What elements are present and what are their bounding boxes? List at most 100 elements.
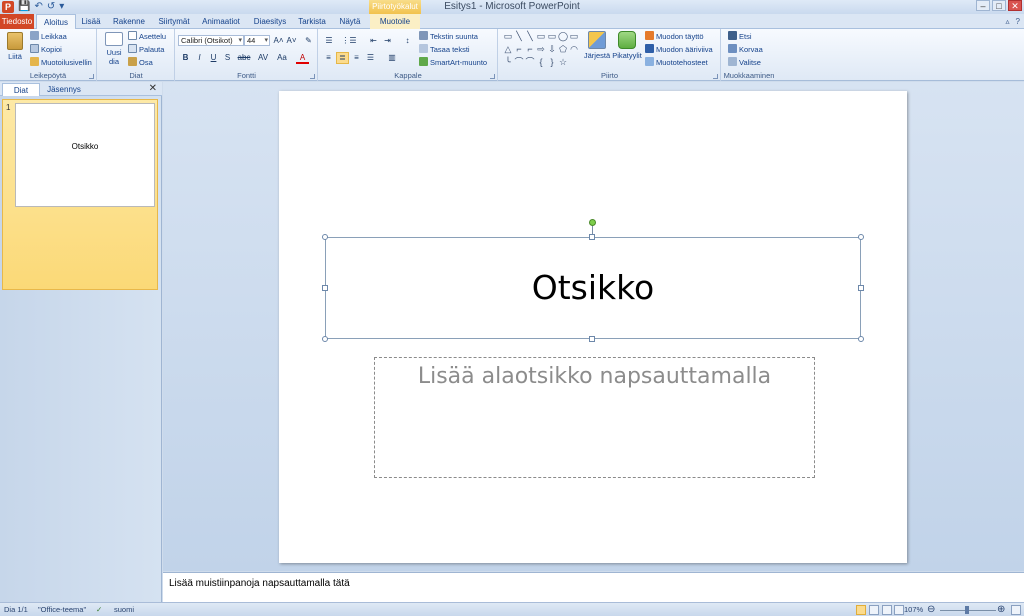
text-direction-button[interactable]: Tekstin suunta	[419, 31, 478, 42]
shape-gallery-item[interactable]: ⌐	[514, 44, 524, 54]
shape-gallery-item[interactable]: ⌒	[525, 57, 535, 67]
slide-thumbnail-selected[interactable]: 1 Otsikko	[2, 99, 158, 290]
line-spacing-button[interactable]: ↕	[401, 35, 414, 47]
shape-gallery-item[interactable]: ☆	[558, 57, 568, 67]
smartart-button[interactable]: SmartArt-muunto	[419, 57, 487, 68]
shape-gallery-item[interactable]: ▭	[503, 31, 513, 41]
maximize-button[interactable]: □	[992, 0, 1006, 11]
tab-slides-pane[interactable]: Diat	[2, 83, 40, 96]
shape-gallery-item[interactable]: {	[536, 57, 546, 67]
change-case-button[interactable]: Aa	[273, 52, 291, 64]
tab-transitions[interactable]: Siirtymät	[154, 14, 194, 29]
shape-gallery-item[interactable]: ⇩	[547, 44, 557, 54]
find-button[interactable]: Etsi	[728, 31, 752, 42]
strikethrough-button[interactable]: abc	[235, 52, 253, 64]
shape-gallery-item[interactable]: ▭	[547, 31, 557, 41]
shape-gallery-item[interactable]: ▭	[536, 31, 546, 41]
decrease-indent-button[interactable]: ⇤	[367, 35, 380, 47]
zoom-in-icon[interactable]: ⊕	[997, 603, 1005, 616]
font-color-button[interactable]: A	[296, 52, 309, 64]
layout-button[interactable]: Asettelu	[128, 31, 166, 42]
shape-gallery-item[interactable]: ╲	[514, 31, 524, 41]
notes-placeholder[interactable]: Lisää muistiinpanoja napsauttamalla tätä	[169, 578, 350, 589]
minimize-button[interactable]: –	[976, 0, 990, 11]
subtitle-placeholder[interactable]: Lisää alaotsikko napsauttamalla	[374, 357, 815, 478]
columns-button[interactable]: ▥	[384, 52, 400, 64]
align-center-button[interactable]: ≣	[336, 52, 349, 64]
character-spacing-button[interactable]: AV	[254, 52, 272, 64]
zoom-slider-thumb[interactable]	[965, 606, 969, 614]
new-slide-button[interactable]: Uusi dia	[102, 32, 126, 66]
slide-sorter-icon[interactable]	[869, 605, 879, 615]
reading-view-icon[interactable]	[882, 605, 892, 615]
resize-handle-top-left[interactable]	[322, 234, 328, 240]
resize-handle-bottom-left[interactable]	[322, 336, 328, 342]
close-button[interactable]: ✕	[1008, 0, 1022, 11]
bullets-button[interactable]: ☰	[321, 35, 337, 47]
paragraph-launcher[interactable]	[490, 74, 495, 79]
resize-handle-top-right[interactable]	[858, 234, 864, 240]
cut-button[interactable]: Leikkaa	[30, 31, 67, 42]
tab-insert[interactable]: Lisää	[78, 14, 104, 29]
align-left-button[interactable]: ≡	[322, 52, 335, 64]
notes-pane[interactable]: Lisää muistiinpanoja napsauttamalla tätä	[163, 572, 1024, 602]
tab-review[interactable]: Tarkista	[294, 14, 330, 29]
normal-view-icon[interactable]	[856, 605, 866, 615]
quick-styles-button[interactable]: Pikatyylit	[611, 31, 643, 60]
slideshow-view-icon[interactable]	[894, 605, 904, 615]
subtitle-placeholder-text[interactable]: Lisää alaotsikko napsauttamalla	[375, 362, 814, 392]
resize-handle-bottom[interactable]	[589, 336, 595, 342]
rotation-handle[interactable]	[589, 219, 596, 226]
tab-format[interactable]: Muotoile	[370, 14, 420, 29]
paste-button[interactable]: Liitä	[4, 32, 26, 61]
shape-gallery-item[interactable]: ▭	[569, 31, 579, 41]
shape-gallery-item[interactable]: ╰	[503, 57, 513, 67]
shape-gallery-item[interactable]: ⌐	[525, 44, 535, 54]
reset-button[interactable]: Palauta	[128, 44, 164, 55]
tab-design[interactable]: Rakenne	[110, 14, 148, 29]
shape-outline-button[interactable]: Muodon ääriviiva	[645, 44, 713, 55]
format-painter-button[interactable]: Muotoilusivellin	[30, 57, 92, 68]
fit-to-window-icon[interactable]	[1011, 605, 1021, 615]
slide-title-text[interactable]: Otsikko	[326, 266, 860, 310]
shape-gallery-item[interactable]: ◠	[569, 44, 579, 54]
align-right-button[interactable]: ≡	[350, 52, 363, 64]
italic-button[interactable]: I	[193, 52, 206, 64]
font-size-combo[interactable]: 44	[244, 35, 270, 46]
minimize-ribbon-icon[interactable]: ▵	[1006, 17, 1010, 26]
arrange-button[interactable]: Järjestä	[583, 31, 611, 60]
tab-animations[interactable]: Animaatiot	[198, 14, 244, 29]
font-name-combo[interactable]: Calibri (Otsikot)	[178, 35, 244, 46]
spell-check-icon[interactable]: ✓	[96, 603, 102, 616]
status-theme[interactable]: "Office-teema"	[38, 603, 86, 616]
font-launcher[interactable]	[310, 74, 315, 79]
align-text-button[interactable]: Tasaa teksti	[419, 44, 470, 55]
clear-formatting-button[interactable]: ✎	[302, 35, 315, 47]
shadow-button[interactable]: S	[221, 52, 234, 64]
slide-thumbnail[interactable]: Otsikko	[15, 103, 155, 207]
tab-home[interactable]: Aloitus	[36, 14, 76, 29]
select-button[interactable]: Valitse	[728, 57, 761, 68]
shape-gallery-item[interactable]: ⌒	[514, 57, 524, 67]
slide-canvas[interactable]: Otsikko Lisää alaotsikko napsauttamalla	[279, 91, 907, 563]
tab-file[interactable]: Tiedosto	[0, 14, 34, 29]
title-placeholder[interactable]: Otsikko	[322, 219, 864, 342]
shape-effects-button[interactable]: Muototehosteet	[645, 57, 708, 68]
copy-button[interactable]: Kopioi	[30, 44, 62, 55]
tab-outline-pane[interactable]: Jäsennys	[42, 83, 86, 96]
shape-gallery-item[interactable]: ⬠	[558, 44, 568, 54]
underline-button[interactable]: U	[207, 52, 220, 64]
increase-indent-button[interactable]: ⇥	[381, 35, 394, 47]
section-button[interactable]: Osa	[128, 57, 153, 68]
tab-view[interactable]: Näytä	[336, 14, 364, 29]
shape-gallery-item[interactable]: ╲	[525, 31, 535, 41]
shape-fill-button[interactable]: Muodon täyttö	[645, 31, 704, 42]
justify-button[interactable]: ☰	[364, 52, 377, 64]
shape-gallery-item[interactable]: }	[547, 57, 557, 67]
close-icon[interactable]: ✕	[149, 83, 157, 95]
grow-font-button[interactable]: A˄	[272, 35, 285, 47]
shape-gallery-item[interactable]: ⇨	[536, 44, 546, 54]
clipboard-launcher[interactable]	[89, 74, 94, 79]
shrink-font-button[interactable]: A˅	[285, 35, 298, 47]
resize-handle-bottom-right[interactable]	[858, 336, 864, 342]
